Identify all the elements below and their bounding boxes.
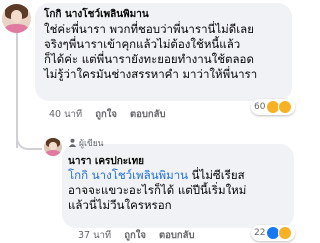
reply-author-avatar[interactable] (44, 138, 62, 156)
author-badge-icon (68, 138, 77, 147)
reply-line: อาจจะแขวะอะไรก็ได้ แต่ปีนี้เริ่มใหม่ (68, 183, 247, 197)
comment-time[interactable]: 40 นาที (49, 109, 82, 120)
reply-line: นี่ไม่ซีเรียส (188, 168, 245, 182)
reply-line: แล้วนี่ไม่วีนใครหรอก (68, 198, 172, 212)
mention-link[interactable]: โกกิ นางโชว์เพลินพิมาน (68, 168, 188, 182)
comment-line: ไม่รู้ว่าใครมันช่างสรรหาคำ มาว่าให้พี่นา… (44, 67, 258, 81)
comment-meta: 40 นาที ถูกใจ ตอบกลับ (49, 107, 176, 122)
reply-button[interactable]: ตอบกลับ (130, 109, 166, 120)
like-button[interactable]: ถูกใจ (124, 230, 146, 241)
comment-text: ใช่ค่ะพี่นารา พวกที่ชอบว่าพี่นารานี่ไม่ด… (44, 22, 257, 82)
reaction-summary[interactable]: 60 (251, 99, 296, 115)
reaction-count: 60 (254, 102, 266, 112)
author-badge: ผู้เขียน (68, 136, 104, 150)
author-badge-label: ผู้เขียน (79, 139, 104, 149)
commenter-avatar[interactable] (2, 4, 31, 33)
reply-text: โกกิ นางโชว์เพลินพิมาน นี่ไม่ซีเรียส อาจ… (68, 168, 246, 213)
comment-line: ใช่ค่ะพี่นารา พวกที่ชอบว่าพี่นารานี่ไม่ด… (44, 22, 254, 36)
reply-connector (16, 120, 42, 150)
reply-button[interactable]: ตอบกลับ (159, 230, 195, 241)
comment-author[interactable]: โกกิ นางโชว์เพลินพิมาน (44, 7, 149, 22)
like-button[interactable]: ถูกใจ (95, 109, 117, 120)
reply-time[interactable]: 37 นาที (78, 230, 111, 241)
sad-reaction-icon (278, 100, 293, 114)
comment-line: จริงๆพี่นาราเข้าคุกแล้วไม่ต้องใช้หนี้แล้… (44, 37, 241, 51)
reply-author[interactable]: นารา เครปกะเทย (68, 154, 144, 169)
reaction-summary[interactable]: 22 (251, 225, 296, 241)
reaction-count: 22 (254, 228, 266, 238)
reply-first-line: โกกิ นางโชว์เพลินพิมาน นี่ไม่ซีเรียส (68, 168, 246, 183)
haha-reaction-icon (278, 226, 293, 240)
comment-line: ก็ได้ค่ะ แต่พี่นารายังทะยอยทำงานใช้ตลอด (44, 52, 254, 66)
